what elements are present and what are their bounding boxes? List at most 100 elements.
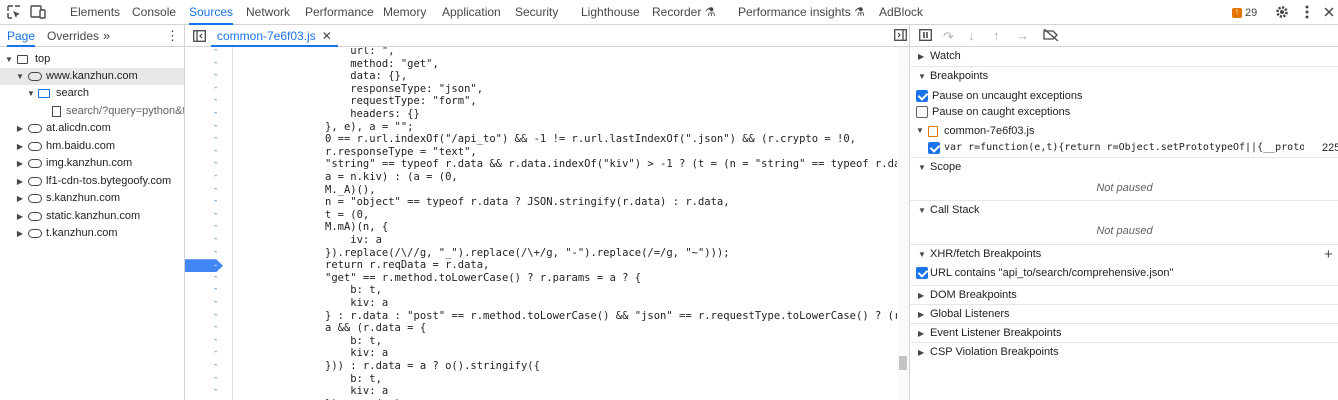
- dom-breakpoints-section[interactable]: ▶ DOM Breakpoints: [910, 285, 1338, 304]
- tab-recorder[interactable]: Recorder ⚗: [652, 0, 715, 25]
- tree-item-baidu[interactable]: ▶ hm.baidu.com: [0, 138, 184, 155]
- code-line[interactable]: 0 == r.url.indexOf("/api_to") && -1 != r…: [325, 133, 856, 146]
- tree-item-search-file[interactable]: search/?query=python&t: [0, 103, 184, 120]
- code-line[interactable]: kiv: a: [325, 385, 388, 398]
- line-marker[interactable]: -: [213, 347, 218, 357]
- line-marker[interactable]: -: [213, 272, 218, 282]
- code-line[interactable]: n = "object" == typeof r.data ? JSON.str…: [325, 196, 730, 209]
- breakpoints-section[interactable]: ▼ Breakpoints: [910, 66, 1338, 85]
- line-marker[interactable]: -: [213, 247, 218, 257]
- expanded-arrow-icon[interactable]: ▼: [4, 51, 14, 68]
- line-marker[interactable]: -: [213, 184, 218, 194]
- line-marker[interactable]: -: [213, 133, 218, 143]
- line-marker[interactable]: -: [213, 385, 218, 395]
- pause-caught-checkbox[interactable]: [916, 106, 928, 118]
- expanded-arrow-icon[interactable]: ▼: [26, 85, 36, 102]
- issues-badge[interactable]: ! 29: [1232, 5, 1257, 20]
- call-stack-section[interactable]: ▼ Call Stack: [910, 200, 1338, 219]
- code-line[interactable]: headers: {}: [325, 108, 420, 121]
- tab-page[interactable]: Page: [7, 25, 36, 47]
- tab-adblock[interactable]: AdBlock: [879, 0, 923, 25]
- tree-item-top[interactable]: ▼ top: [0, 51, 184, 68]
- breakpoint-checkbox[interactable]: [928, 142, 940, 154]
- navigator-menu-icon[interactable]: ⋮: [166, 25, 179, 47]
- code-line[interactable]: requestType: "form",: [325, 95, 476, 108]
- breakpoint-marker[interactable]: -: [185, 259, 223, 273]
- device-toolbar-icon[interactable]: [29, 3, 47, 21]
- tab-performance-insights[interactable]: Performance insights ⚗: [738, 0, 865, 25]
- xhr-rule-entry[interactable]: URL contains "api_to/search/comprehensiv…: [910, 265, 1338, 281]
- code-line[interactable]: b: t,: [325, 373, 382, 386]
- collapsed-arrow-icon[interactable]: ▶: [15, 208, 25, 225]
- editor-scrollbar-thumb[interactable]: [899, 356, 907, 370]
- pause-uncaught-option[interactable]: Pause on uncaught exceptions: [910, 88, 1338, 104]
- line-marker[interactable]: -: [213, 196, 218, 206]
- tab-elements[interactable]: Elements: [70, 0, 120, 25]
- breakpoint-entry[interactable]: var r=function(e,t){return r=Object.setP…: [910, 140, 1338, 156]
- tab-lighthouse[interactable]: Lighthouse: [581, 0, 640, 25]
- code-line[interactable]: M.mA)(n, {: [325, 221, 388, 234]
- line-marker[interactable]: -: [213, 83, 218, 93]
- tab-console[interactable]: Console: [132, 0, 176, 25]
- collapsed-arrow-icon[interactable]: ▶: [15, 190, 25, 207]
- file-tab[interactable]: common-7e6f03.js ✕: [211, 25, 338, 47]
- pause-resume-icon[interactable]: [919, 29, 932, 44]
- tree-item-search-folder[interactable]: ▼ search: [0, 85, 184, 102]
- tree-item-bytegoofy[interactable]: ▶ lf1-cdn-tos.bytegoofy.com: [0, 173, 184, 190]
- global-listeners-section[interactable]: ▶ Global Listeners: [910, 304, 1338, 323]
- code-line[interactable]: data: {},: [325, 70, 407, 83]
- code-line[interactable]: return r.reqData = r.data,: [325, 259, 489, 272]
- collapsed-arrow-icon[interactable]: ▶: [15, 155, 25, 172]
- step-icon[interactable]: →: [1016, 28, 1029, 43]
- tree-item-www-kanzhun[interactable]: ▼ www.kanzhun.com: [0, 68, 184, 85]
- inspect-element-icon[interactable]: [5, 3, 23, 21]
- line-gutter[interactable]: -----------------------------: [185, 45, 233, 400]
- tree-item-img-kanzhun[interactable]: ▶ img.kanzhun.com: [0, 155, 184, 172]
- collapsed-arrow-icon[interactable]: ▶: [15, 138, 25, 155]
- line-marker[interactable]: -: [213, 146, 218, 156]
- scope-section[interactable]: ▼ Scope: [910, 157, 1338, 176]
- line-marker[interactable]: -: [213, 121, 218, 131]
- xhr-rule-checkbox[interactable]: [916, 267, 928, 279]
- tab-security[interactable]: Security: [515, 0, 558, 25]
- tab-performance[interactable]: Performance: [305, 0, 374, 25]
- toggle-navigator-icon[interactable]: [193, 30, 206, 45]
- code-line[interactable]: iv: a: [325, 234, 382, 247]
- line-marker[interactable]: -: [213, 373, 218, 383]
- editor-scrollbar[interactable]: [897, 47, 909, 400]
- code-line[interactable]: "get" == r.method.toLowerCase() ? r.para…: [325, 272, 641, 285]
- tab-network[interactable]: Network: [246, 0, 290, 25]
- tab-application[interactable]: Application: [442, 0, 501, 25]
- code-line[interactable]: "string" == typeof r.data && r.data.inde…: [325, 158, 897, 171]
- xhr-breakpoints-section[interactable]: ▼ XHR/fetch Breakpoints +: [910, 244, 1338, 263]
- step-over-icon[interactable]: ↷: [943, 29, 954, 45]
- code-line[interactable]: method: "get",: [325, 58, 439, 71]
- line-marker[interactable]: -: [213, 322, 218, 332]
- line-marker[interactable]: -: [213, 108, 218, 118]
- line-marker[interactable]: -: [213, 297, 218, 307]
- line-marker[interactable]: -: [213, 234, 218, 244]
- line-marker[interactable]: -: [213, 171, 218, 181]
- pause-uncaught-checkbox[interactable]: [916, 90, 928, 102]
- close-tab-icon[interactable]: ✕: [322, 29, 332, 43]
- line-marker[interactable]: -: [213, 70, 218, 80]
- deactivate-breakpoints-icon[interactable]: [1043, 28, 1059, 44]
- csp-violation-breakpoints-section[interactable]: ▶ CSP Violation Breakpoints: [910, 342, 1338, 361]
- code-line[interactable]: kiv: a: [325, 347, 388, 360]
- expanded-arrow-icon[interactable]: ▼: [15, 68, 25, 85]
- line-marker[interactable]: -: [213, 221, 218, 231]
- code-line[interactable]: a = n.kiv) : (a = (0,: [325, 171, 458, 184]
- watch-section[interactable]: ▶ Watch: [910, 47, 1338, 66]
- code-line[interactable]: r.responseType = "text",: [325, 146, 477, 159]
- pause-caught-option[interactable]: Pause on caught exceptions: [910, 104, 1338, 120]
- tab-overrides[interactable]: Overrides: [47, 25, 99, 47]
- code-line[interactable]: }, e), a = "";: [325, 121, 414, 134]
- tree-item-static-kanzhun[interactable]: ▶ static.kanzhun.com: [0, 208, 184, 225]
- event-listener-breakpoints-section[interactable]: ▶ Event Listener Breakpoints: [910, 323, 1338, 342]
- settings-gear-icon[interactable]: [1273, 3, 1291, 21]
- toggle-debugger-icon[interactable]: [894, 29, 907, 44]
- line-marker[interactable]: -: [213, 209, 218, 219]
- step-out-icon[interactable]: ↑: [993, 28, 1000, 43]
- code-line[interactable]: url: ",: [325, 47, 394, 58]
- code-line[interactable]: t = (0,: [325, 209, 369, 222]
